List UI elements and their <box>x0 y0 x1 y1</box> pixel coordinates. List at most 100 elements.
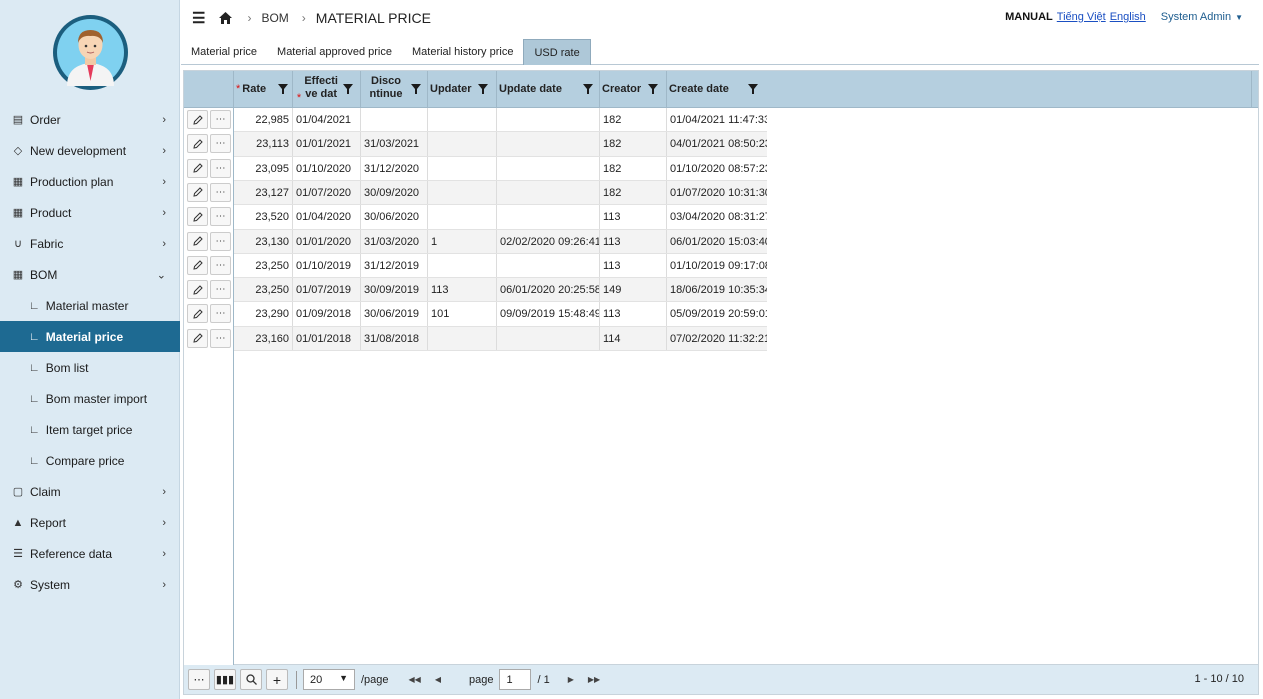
column-header-rate[interactable]: * Rate <box>234 71 293 108</box>
sidebar-item-product[interactable]: ▦ Product › <box>0 197 180 228</box>
edit-row-button[interactable] <box>187 304 208 324</box>
subitem-marker-icon: ∟ <box>29 392 40 405</box>
cell-updater <box>428 108 497 132</box>
caret-down-icon: ▼ <box>339 673 348 683</box>
current-page-input[interactable]: 1 <box>499 669 532 690</box>
grid-body: ⋯ 22,985 01/04/2021 182 01/04/2021 11:47:33 ⋯… <box>184 108 1258 665</box>
column-header-effective-date[interactable]: *Effective date <box>293 71 361 108</box>
sidebar-item-production-plan[interactable]: ▦ Production plan › <box>0 166 180 197</box>
table-row[interactable]: 23,250 01/07/2019 30/09/2019 113 06/01/2020 … <box>234 278 767 303</box>
hamburger-icon[interactable]: ☰ <box>192 9 205 27</box>
edit-row-button[interactable] <box>187 158 208 178</box>
row-more-button[interactable]: ⋯ <box>210 304 231 324</box>
add-button[interactable]: + <box>266 669 288 690</box>
sidebar-item-claim[interactable]: ▢ Claim › <box>0 476 180 507</box>
sidebar-item-item-target-price[interactable]: ∟ Item target price <box>0 414 180 445</box>
sidebar-item-material-master[interactable]: ∟ Material master <box>0 290 180 321</box>
table-row[interactable]: 22,985 01/04/2021 182 01/04/2021 11:47:33 <box>234 108 767 132</box>
lang-vietnamese-link[interactable]: Tiếng Việt <box>1057 11 1106 23</box>
filter-icon[interactable] <box>278 84 288 94</box>
table-row[interactable]: 23,520 01/04/2020 30/06/2020 113 03/04/2020 … <box>234 205 767 230</box>
columns-button[interactable]: ▮▮▮ <box>214 669 236 690</box>
edit-row-button[interactable] <box>187 231 208 251</box>
total-pages: / 1 <box>537 673 550 686</box>
grid-icon: ▦ <box>12 207 24 219</box>
filter-icon[interactable] <box>748 84 758 94</box>
column-header-updater[interactable]: Updater <box>428 71 497 108</box>
column-header-create-date[interactable]: Create date <box>667 71 1252 108</box>
pencil-icon <box>192 309 203 319</box>
table-row[interactable]: 23,113 01/01/2021 31/03/2021 182 04/01/2021 … <box>234 132 767 157</box>
row-more-button[interactable]: ⋯ <box>210 134 231 154</box>
first-page-icon[interactable]: ◀◀ <box>409 675 421 684</box>
home-icon[interactable] <box>219 12 233 24</box>
column-header-discontinue-date[interactable]: Discontinue date <box>361 71 428 108</box>
edit-row-button[interactable] <box>187 328 208 348</box>
row-more-button[interactable]: ⋯ <box>210 328 231 348</box>
table-row[interactable]: 23,095 01/10/2020 31/12/2020 182 01/10/2020 … <box>234 156 767 181</box>
prev-page-icon[interactable]: ◀ <box>435 675 441 684</box>
pencil-icon <box>192 333 203 343</box>
cell-updater <box>428 132 497 157</box>
column-header-update-date[interactable]: Update date <box>497 71 600 108</box>
user-menu[interactable]: System Admin ▼ <box>1161 11 1243 23</box>
edit-row-button[interactable] <box>187 182 208 202</box>
lang-english-link[interactable]: English <box>1110 11 1146 23</box>
last-page-icon[interactable]: ▶▶ <box>588 675 600 684</box>
sidebar-item-new-development[interactable]: ◇ New development › <box>0 135 180 166</box>
table-row[interactable]: 23,250 01/10/2019 31/12/2019 113 01/10/2019 … <box>234 253 767 278</box>
cell-effective: 01/01/2020 <box>293 229 361 254</box>
pencil-icon <box>192 187 203 198</box>
column-header-creator[interactable]: Creator <box>600 71 667 108</box>
manual-link[interactable]: MANUAL <box>1005 11 1053 23</box>
filter-icon[interactable] <box>411 84 421 94</box>
next-page-icon[interactable]: ▶ <box>568 675 574 684</box>
table-row[interactable]: 23,130 01/01/2020 31/03/2020 1 02/02/2020 09… <box>234 229 767 254</box>
more-options-button[interactable]: ⋯ <box>188 669 210 690</box>
row-more-button[interactable]: ⋯ <box>210 182 231 202</box>
avatar[interactable] <box>53 15 128 90</box>
sidebar-item-compare-price[interactable]: ∟ Compare price <box>0 445 180 476</box>
filter-icon[interactable] <box>478 84 488 94</box>
table-row[interactable]: 23,160 01/01/2018 31/08/2018 114 07/02/2020 … <box>234 326 767 351</box>
filter-icon[interactable] <box>648 84 658 94</box>
tab-material-price[interactable]: Material price <box>181 39 267 65</box>
tab-bar: Material price Material approved price Mat… <box>181 39 1259 65</box>
column-header-label: Creator <box>602 83 642 95</box>
row-more-button[interactable]: ⋯ <box>210 207 231 227</box>
filter-icon[interactable] <box>343 84 353 94</box>
sidebar-item-label: Order <box>30 112 61 127</box>
edit-row-button[interactable] <box>187 110 208 129</box>
sidebar-item-bom-list[interactable]: ∟ Bom list <box>0 352 180 383</box>
row-more-button[interactable]: ⋯ <box>210 158 231 178</box>
sidebar-item-material-price[interactable]: ∟ Material price <box>0 321 180 352</box>
edit-row-button[interactable] <box>187 207 208 227</box>
edit-row-button[interactable] <box>187 255 208 275</box>
table-row[interactable]: 23,290 01/09/2018 30/06/2019 101 09/09/2019 … <box>234 302 767 327</box>
tab-material-history-price[interactable]: Material history price <box>402 39 523 65</box>
tab-usd-rate[interactable]: USD rate <box>523 39 591 65</box>
sidebar-item-fabric[interactable]: ∪ Fabric › <box>0 228 180 259</box>
row-more-button[interactable]: ⋯ <box>210 110 231 129</box>
sidebar-item-system[interactable]: ⚙ System › <box>0 569 180 600</box>
sidebar-item-order[interactable]: ▤ Order › <box>0 104 180 135</box>
page-size-select[interactable]: 20 ▼ <box>303 669 355 690</box>
row-more-button[interactable]: ⋯ <box>210 255 231 275</box>
table-row[interactable]: 23,127 01/07/2020 30/09/2020 182 01/07/2020 … <box>234 180 767 206</box>
cell-create-date: 01/10/2019 09:17:08 <box>670 259 767 272</box>
sidebar-item-reference-data[interactable]: ☰ Reference data › <box>0 538 180 569</box>
required-marker: * <box>296 92 302 104</box>
search-icon <box>245 674 257 685</box>
cell-updater <box>428 180 497 205</box>
breadcrumb-bom[interactable]: BOM <box>261 11 288 25</box>
filter-icon[interactable] <box>583 84 593 94</box>
sidebar-item-report[interactable]: ▲ Report › <box>0 507 180 538</box>
edit-row-button[interactable] <box>187 134 208 154</box>
sidebar-item-bom-master-import[interactable]: ∟ Bom master import <box>0 383 180 414</box>
search-button[interactable] <box>240 669 262 690</box>
row-more-button[interactable]: ⋯ <box>210 280 231 300</box>
tab-material-approved-price[interactable]: Material approved price <box>267 39 402 65</box>
edit-row-button[interactable] <box>187 280 208 300</box>
sidebar-item-bom[interactable]: ▦ BOM ⌄ <box>0 259 180 290</box>
row-more-button[interactable]: ⋯ <box>210 231 231 251</box>
